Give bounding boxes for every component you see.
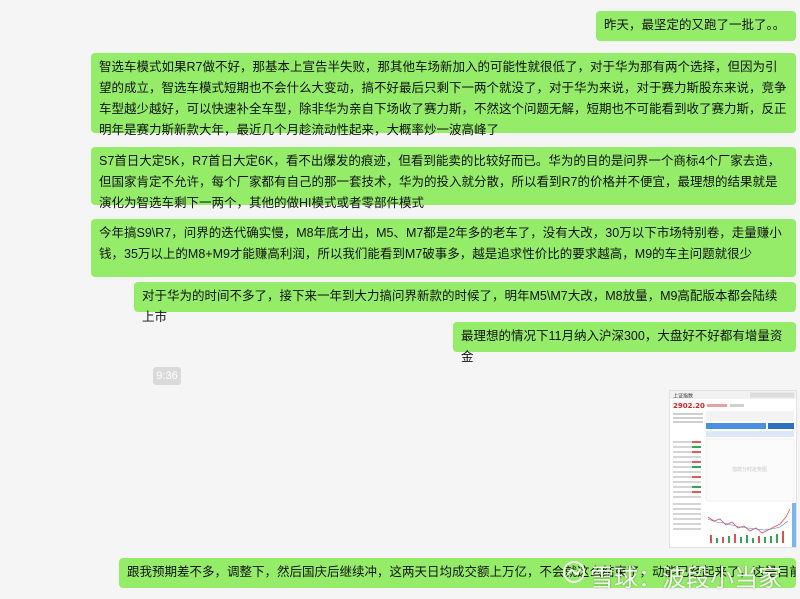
message-bubble-4[interactable]: 今年搞S9\R7，问界的迭代确实慢，M8年底才出，M5、M7都是2年多的老车了，… [91,219,796,277]
message-text: 最理想的情况下11月纳入沪深300，大盘好不好都有增量资金 [461,329,783,364]
message-text: 智选车模式如果R7做不好，那基本上宣告半失败，那其他车场新加入的可能性就很低了，… [99,60,787,137]
image-thumbnail[interactable]: 上证指数 2902.20 指数分时走势图 [669,390,797,548]
message-text: S7首日大定5K，R7首日大定6K，看不出爆发的痕迹，但看到能卖的比较好而已。华… [99,154,781,210]
thumb-panel-note: 指数分时走势图 [732,466,767,473]
chat-area: 昨天，最坚定的又跑了一批了。。 智选车模式如果R7做不好，那基本上宣告半失败，那… [0,0,800,599]
message-bubble-2[interactable]: 智选车模式如果R7做不好，那基本上宣告半失败，那其他车场新加入的可能性就很低了，… [91,53,796,137]
message-bubble-5[interactable]: 对于华为的时间不多了，接下来一年到大力搞问界新款的时候了，明年M5\M7大改，M… [134,282,796,324]
message-bubble-3[interactable]: S7首日大定5K，R7首日大定6K，看不出爆发的痕迹，但看到能卖的比较好而已。华… [91,147,796,210]
message-text: 对于华为的时间不多了，接下来一年到大力搞问界新款的时候了，明年M5\M7大改，M… [142,289,778,324]
message-bubble-7[interactable]: 跟我预期差不多，调整下，然后国庆后继续冲，这两天日均成交额上万亿，不会就这么结束… [119,558,796,588]
message-text: 昨天，最坚定的又跑了一批了。。 [604,18,786,32]
message-bubble-1[interactable]: 昨天，最坚定的又跑了一批了。。 [596,11,796,41]
message-text: 今年搞S9\R7，问界的迭代确实慢，M8年底才出，M5、M7都是2年多的老车了，… [99,226,782,261]
thumb-price: 2902.20 [673,402,705,410]
stock-chart-preview: 上证指数 2902.20 指数分时走势图 [670,391,796,547]
message-bubble-6[interactable]: 最理想的情况下11月纳入沪深300，大盘好不好都有增量资金 [453,322,796,364]
time-stamp: 9:36 [153,367,181,385]
thumb-header-text: 上证指数 [673,393,693,400]
message-text: 跟我预期差不多，调整下，然后国庆后继续冲，这两天日均成交额上万亿，不会就这么结束… [127,565,796,579]
